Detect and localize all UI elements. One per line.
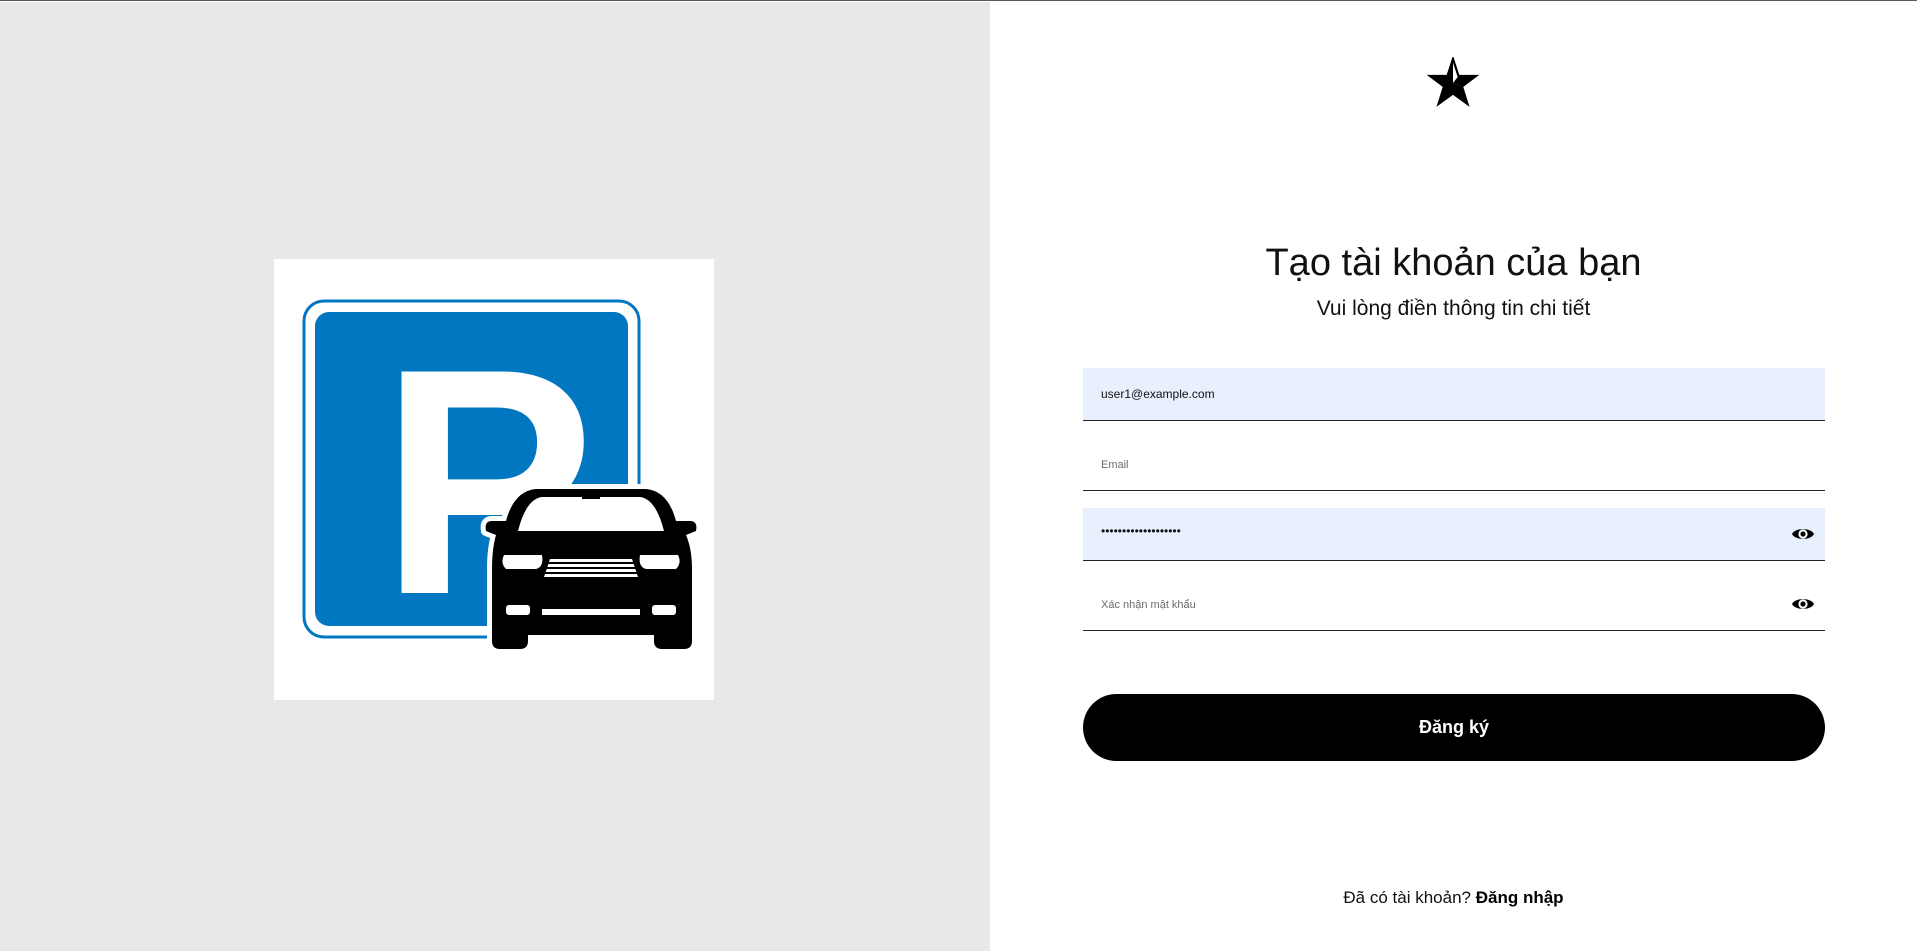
parking-sign-icon: P xyxy=(302,299,702,662)
page-title: Tạo tài khoản của bạn xyxy=(1265,242,1642,284)
login-link[interactable]: Đăng nhập xyxy=(1476,888,1564,907)
confirm-password-input[interactable] xyxy=(1083,578,1825,630)
eye-icon[interactable] xyxy=(1791,522,1815,546)
left-panel: P xyxy=(0,2,990,951)
right-panel: Tạo tài khoản của bạn Vui lòng điền thôn… xyxy=(990,2,1917,951)
username-field xyxy=(1083,368,1825,421)
email-field xyxy=(1083,438,1825,491)
parking-illustration: P xyxy=(274,259,714,700)
page-subtitle: Vui lòng điền thông tin chi tiết xyxy=(1316,297,1591,320)
eye-icon[interactable] xyxy=(1791,592,1815,616)
password-input[interactable] xyxy=(1083,508,1825,560)
login-prompt: Đã có tài khoản? Đăng nhập xyxy=(990,888,1917,908)
signup-page: P Tạo tài khoản của bạn Vui lòng điền th… xyxy=(0,0,1917,951)
confirm-password-field xyxy=(1083,578,1825,631)
register-button[interactable]: Đăng ký xyxy=(1083,694,1825,761)
password-field: ••••••••••••••••••• xyxy=(1083,508,1825,561)
email-input[interactable] xyxy=(1083,438,1825,490)
login-prompt-text: Đã có tài khoản? xyxy=(1343,888,1471,907)
star-icon xyxy=(1427,57,1479,109)
username-input[interactable] xyxy=(1083,368,1825,420)
